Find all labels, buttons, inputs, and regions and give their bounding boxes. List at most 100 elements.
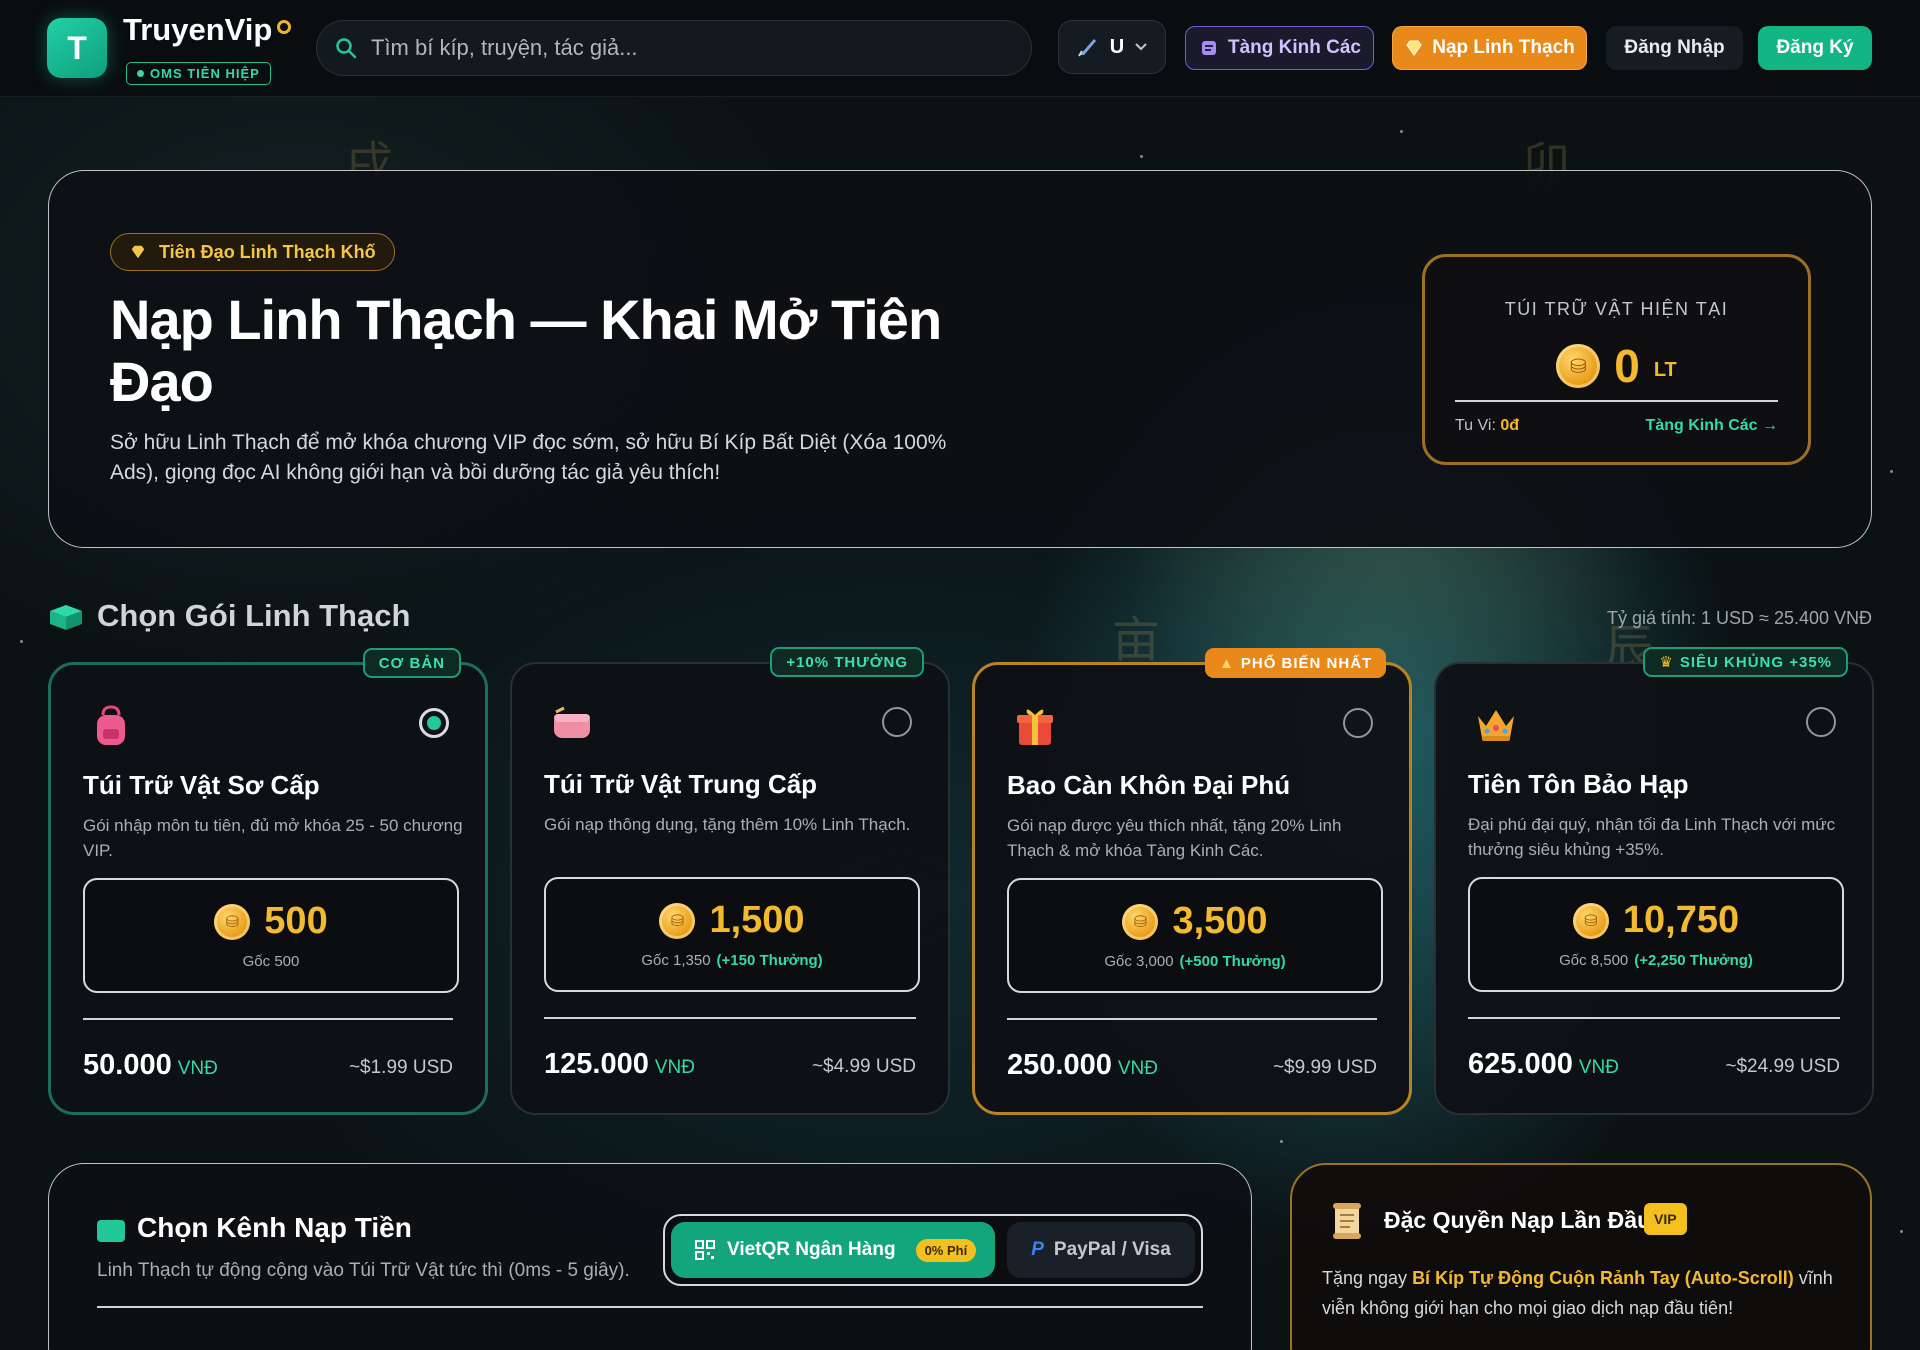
package-usd: ~$24.99 USD <box>1725 1056 1840 1077</box>
bg-star <box>1280 1140 1283 1143</box>
register-button[interactable]: Đăng Ký <box>1758 26 1872 70</box>
package-amount-detail: Gốc 3,000 (+500 Thưởng) <box>1009 953 1381 970</box>
package-amount-value: 3,500 <box>1172 900 1268 942</box>
package-price: 625.000 VNĐ <box>1468 1048 1619 1081</box>
package-radio[interactable] <box>1343 708 1373 738</box>
package-price-currency: VNĐ <box>177 1058 218 1079</box>
login-button[interactable]: Đăng Nhập <box>1606 26 1743 70</box>
package-description: Gói nhập môn tu tiên, đủ mở khóa 25 - 50… <box>83 816 463 860</box>
package-badge: ♛ SIÊU KHỦNG +35% <box>1643 647 1848 677</box>
package-price-currency: VNĐ <box>1117 1058 1158 1079</box>
status-dot-icon <box>137 70 144 77</box>
wallet-card: TÚI TRỮ VẬT HIỆN TẠI ⛁ 0 LT Tu Vi: 0đ Tà… <box>1422 254 1811 465</box>
wallet-balance: ⛁ 0 LT <box>1425 339 1808 393</box>
bg-star <box>1900 1230 1903 1233</box>
package-amount-value: 1,500 <box>709 899 805 941</box>
qr-code-icon <box>695 1240 715 1260</box>
section-title-packages: Chọn Gói Linh Thạch <box>97 598 411 633</box>
exchange-rate: Tỷ giá tính: 1 USD ≈ 25.400 VNĐ <box>1607 608 1872 628</box>
tang-kinh-cac-label: Tàng Kinh Các <box>1227 37 1361 58</box>
package-price: 125.000 VNĐ <box>544 1048 695 1081</box>
quill-icon <box>1077 39 1096 57</box>
bg-star <box>1140 155 1143 158</box>
package-base: Gốc 8,500 <box>1559 952 1629 969</box>
payment-channel-subtitle: Linh Thạch tự động cộng vào Túi Trữ Vật … <box>97 1260 630 1281</box>
wallet-tang-kinh-cac-link[interactable]: Tàng Kinh Các → <box>1646 417 1778 435</box>
package-amount: ⛁ 500 <box>85 900 457 943</box>
tagline-text: OMS TIÊN HIỆP <box>150 66 260 81</box>
package-radio[interactable] <box>1806 707 1836 737</box>
package-base: Gốc 1,350 <box>641 952 711 969</box>
crown-icon: ♛ <box>1659 654 1674 671</box>
package-box-icon <box>50 605 82 630</box>
vietqr-option[interactable]: VietQR Ngân Hàng 0% Phí <box>671 1222 995 1278</box>
package-radio[interactable] <box>882 707 912 737</box>
paypal-option[interactable]: P PayPal / Visa <box>1007 1222 1195 1278</box>
tagline-badge: OMS TIÊN HIỆP <box>126 62 271 85</box>
package-price-value: 50.000 <box>83 1049 172 1081</box>
paypal-icon: P <box>1031 1239 1044 1260</box>
package-description: Gói nạp thông dụng, tặng thêm 10% Linh T… <box>544 815 911 834</box>
search-input[interactable] <box>371 35 991 61</box>
package-amount-value: 10,750 <box>1622 899 1740 941</box>
bg-glyph: 亩 <box>1112 612 1161 668</box>
user-menu-button[interactable]: U <box>1058 20 1166 74</box>
first-topup-highlight: Bí Kíp Tự Động Cuộn Rảnh Tay (Auto-Scrol… <box>1412 1268 1794 1288</box>
coin-icon: ⛁ <box>1556 344 1601 388</box>
package-name: Túi Trữ Vật Sơ Cấp <box>83 770 320 800</box>
nap-linh-thach-button[interactable]: Nạp Linh Thạch <box>1392 26 1587 70</box>
first-topup-text-start: Tặng ngay <box>1322 1268 1413 1288</box>
package-name: Tiên Tôn Bảo Hạp <box>1468 769 1689 799</box>
package-bonus: (+2,250 Thưởng) <box>1634 952 1753 969</box>
package-card[interactable]: CƠ BẢN Túi Trữ Vật Sơ Cấp Gói nhập môn t… <box>48 648 488 1115</box>
package-amount-box: ⛁ 3,500 Gốc 3,000 (+500 Thưởng) <box>1007 878 1383 993</box>
package-amount-detail: Gốc 8,500 (+2,250 Thưởng) <box>1470 952 1842 969</box>
hero-pill-label: Tiên Đạo Linh Thạch Khố <box>159 241 376 262</box>
hero-pill: Tiên Đạo Linh Thạch Khố <box>110 233 395 271</box>
scroll-icon <box>1333 1203 1361 1239</box>
package-badge-label: PHỔ BIẾN NHẤT <box>1240 654 1373 672</box>
package-bonus: (+500 Thưởng) <box>1179 953 1286 970</box>
logo-mark[interactable]: T <box>47 18 107 78</box>
divider <box>1455 400 1778 402</box>
coin-icon: ⛁ <box>214 903 251 940</box>
first-topup-panel: Đặc Quyền Nạp Lần Đầu VIP Tặng ngay Bí K… <box>1290 1163 1872 1350</box>
package-amount-box: ⛁ 500 Gốc 500 <box>83 878 459 993</box>
package-usd: ~$9.99 USD <box>1272 1057 1377 1078</box>
chevron-down-icon <box>1135 43 1147 51</box>
tuvi-value: 0đ <box>1500 417 1520 434</box>
package-amount: ⛁ 10,750 <box>1470 899 1842 942</box>
package-amount-value: 500 <box>264 900 328 942</box>
divider <box>97 1306 1203 1308</box>
hero-panel: Tiên Đạo Linh Thạch Khố Nạp Linh Thạch —… <box>48 170 1872 548</box>
package-bonus: (+150 Thưởng) <box>716 952 823 969</box>
package-price-value: 125.000 <box>544 1048 649 1080</box>
package-badge: ▲ PHỔ BIẾN NHẤT <box>1205 648 1387 678</box>
pouch-icon <box>554 706 590 738</box>
package-card[interactable]: +10% THƯỞNG Túi Trữ Vật Trung Cấp Gói nạ… <box>510 647 950 1115</box>
search-bar[interactable] <box>316 20 1032 76</box>
package-card[interactable]: ♛ SIÊU KHỦNG +35% Tiên Tôn Bảo Hạp Đại p… <box>1434 647 1874 1115</box>
package-base: Gốc 3,000 <box>1104 953 1174 970</box>
brand-name[interactable]: TruyenVip <box>123 12 272 48</box>
package-description: Đại phú đại quý, nhận tối đa Linh Thạch … <box>1468 815 1836 859</box>
fire-icon: ▲ <box>1219 654 1235 672</box>
package-amount: ⛁ 1,500 <box>546 899 918 942</box>
tang-kinh-cac-button[interactable]: Tàng Kinh Các <box>1185 26 1374 70</box>
package-price: 250.000 VNĐ <box>1007 1049 1158 1082</box>
package-amount-detail: Gốc 500 <box>85 953 457 970</box>
package-card[interactable]: ▲ PHỔ BIẾN NHẤT Bao Càn Khôn Đại Phú Gói… <box>972 648 1412 1115</box>
paypal-label: PayPal / Visa <box>1053 1239 1171 1260</box>
divider <box>1007 1018 1377 1020</box>
package-price-currency: VNĐ <box>1578 1057 1619 1078</box>
package-radio[interactable] <box>419 708 449 738</box>
first-topup-title: Đặc Quyền Nạp Lần Đầu <box>1384 1207 1652 1233</box>
divider <box>83 1018 453 1020</box>
package-price: 50.000 VNĐ <box>83 1049 218 1082</box>
payment-method-toggle: VietQR Ngân Hàng 0% Phí P PayPal / Visa <box>663 1214 1203 1286</box>
package-price-value: 625.000 <box>1468 1048 1573 1080</box>
brand-dot-icon <box>277 20 291 34</box>
gift-icon <box>1017 709 1053 745</box>
hero-description: Sở hữu Linh Thạch để mở khóa chương VIP … <box>110 431 947 484</box>
coin-icon: ⛁ <box>1572 902 1609 939</box>
